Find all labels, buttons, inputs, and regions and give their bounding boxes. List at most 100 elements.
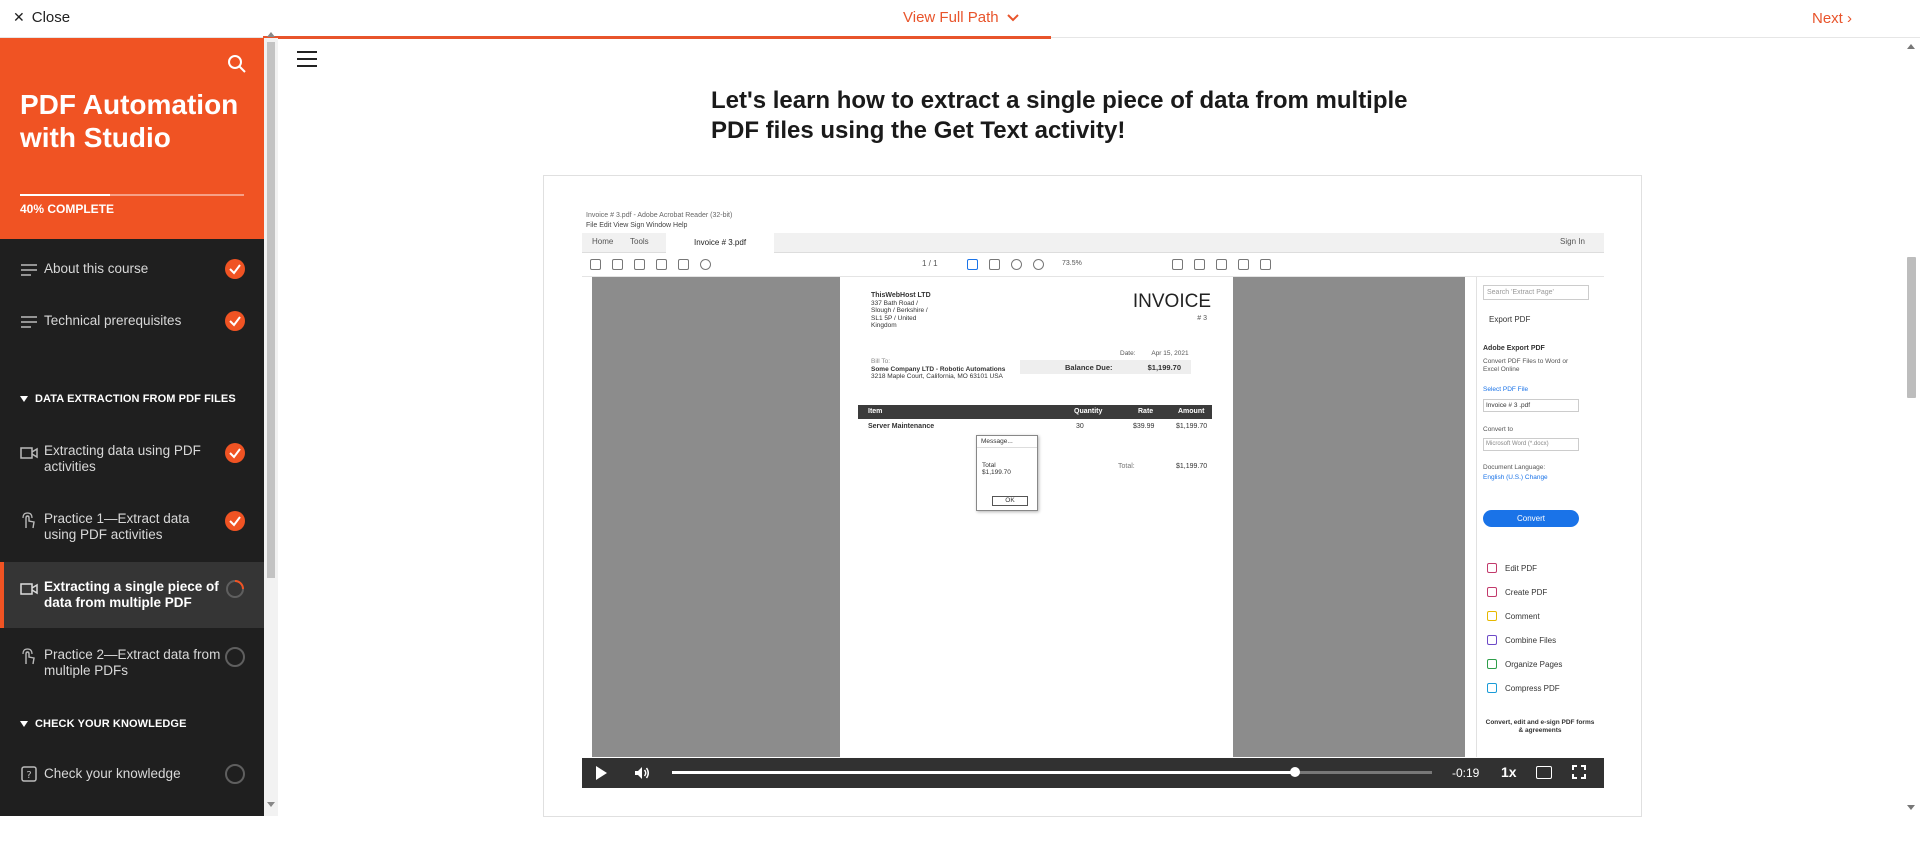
company-address: 337 Bath Road / Slough / Berkshire / SL1… xyxy=(871,299,928,330)
main-scrollbar-thumb[interactable] xyxy=(1907,257,1916,398)
tool-create-pdf: Create PDF xyxy=(1487,587,1547,597)
tool-label: Edit PDF xyxy=(1505,563,1538,573)
zoom-level: 73.5% xyxy=(1062,260,1082,267)
comment-icon xyxy=(1172,259,1183,270)
edit-pdf-icon xyxy=(1487,563,1497,573)
next-button[interactable]: Next › xyxy=(1812,10,1852,27)
course-progress-label: 40% COMPLETE xyxy=(20,202,115,216)
section-label: CHECK YOUR KNOWLEDGE xyxy=(35,718,187,730)
col-item: Item xyxy=(868,408,883,415)
sidebar-item-about[interactable]: About this course xyxy=(0,244,264,294)
col-amount: Amount xyxy=(1178,408,1205,415)
video-frame: Invoice # 3.pdf - Adobe Acrobat Reader (… xyxy=(543,175,1642,817)
close-icon: ✕ xyxy=(13,9,25,25)
path-progress-line xyxy=(263,36,1051,39)
acrobat-tab-tools: Tools xyxy=(630,237,649,246)
sidebar-header: PDF Automation with Studio 40% COMPLETE xyxy=(0,38,264,239)
close-button[interactable]: ✕ Close xyxy=(13,9,70,26)
upload-icon xyxy=(634,259,645,270)
acrobat-tab-home: Home xyxy=(592,237,614,246)
company-name: ThisWebHost LTD xyxy=(871,292,931,299)
playback-speed-button[interactable]: 1x xyxy=(1501,764,1517,780)
sidebar-item-label: Extracting data using PDF activities xyxy=(44,443,201,474)
tool-label: Combine Files xyxy=(1505,635,1557,645)
sidebar-item-practice-1[interactable]: Practice 1—Extract data using PDF activi… xyxy=(0,494,264,560)
acrobat-menu-bar: File Edit View Sign Window Help xyxy=(586,222,688,229)
date-label: Date: xyxy=(1120,350,1136,357)
video-icon xyxy=(20,583,38,595)
view-full-path-button[interactable]: View Full Path xyxy=(903,9,1019,26)
zoom-in-icon xyxy=(1033,259,1044,270)
section-header-data-extraction[interactable]: DATA EXTRACTION FROM PDF FILES xyxy=(20,393,236,405)
invoice-page: ThisWebHost LTD 337 Bath Road / Slough /… xyxy=(840,277,1233,757)
acrobat-tools-pane: Search 'Extract Page' Export PDF Adobe E… xyxy=(1476,277,1604,757)
checkmark-icon xyxy=(225,311,245,331)
row-rate: $39.99 xyxy=(1133,423,1155,430)
search-icon[interactable] xyxy=(227,54,247,74)
bill-to-name: Some Company LTD - Robotic Automations xyxy=(871,365,1006,373)
message-box-title: Message... xyxy=(977,436,1037,448)
video-icon xyxy=(20,447,38,459)
save-icon xyxy=(590,259,601,270)
message-box-dialog: Message... Total $1,199.70 OK xyxy=(976,435,1038,511)
acrobat-toolbar: 1 / 1 73.5% xyxy=(582,253,1604,277)
fullscreen-icon[interactable] xyxy=(1572,765,1586,779)
organize-pages-icon xyxy=(1487,659,1497,669)
sidebar-item-label: Technical prerequisites xyxy=(44,313,182,328)
pen-icon xyxy=(1194,259,1205,270)
caret-down-icon xyxy=(20,721,28,727)
captions-icon[interactable] xyxy=(1536,766,1552,779)
course-sidebar: PDF Automation with Studio 40% COMPLETE … xyxy=(0,38,264,816)
balance-value: $1,199.70 xyxy=(1147,363,1181,372)
video-scrub-handle[interactable] xyxy=(1290,767,1301,777)
scroll-up-icon[interactable] xyxy=(267,32,275,37)
sidebar-item-practice-2[interactable]: Practice 2—Extract data from multiple PD… xyxy=(0,630,264,696)
lesson-title: Let's learn how to extract a single piec… xyxy=(711,87,1408,144)
course-progress-fill xyxy=(20,194,110,196)
sidebar-scrollbar-thumb[interactable] xyxy=(267,42,275,578)
incomplete-circle-icon xyxy=(225,647,245,667)
video-player[interactable]: Invoice # 3.pdf - Adobe Acrobat Reader (… xyxy=(582,210,1604,788)
scroll-up-icon[interactable] xyxy=(1907,44,1915,49)
hand-pointer-icon xyxy=(22,512,35,529)
tools-search-input: Search 'Extract Page' xyxy=(1483,285,1589,300)
row-item: Server Maintenance xyxy=(868,423,935,430)
lines-icon xyxy=(21,264,37,276)
main-scrollbar[interactable] xyxy=(1903,38,1920,816)
page-indicator: 1 / 1 xyxy=(922,259,938,268)
sidebar-item-check-knowledge[interactable]: ? Check your knowledge xyxy=(0,750,264,800)
section-header-check-knowledge[interactable]: CHECK YOUR KNOWLEDGE xyxy=(20,718,187,730)
next-label: Next xyxy=(1811,10,1843,27)
course-title: PDF Automation with Studio xyxy=(20,89,239,153)
date-value: Apr 15, 2021 xyxy=(1151,350,1189,357)
hamburger-menu-icon[interactable] xyxy=(297,51,319,67)
comment-tool-icon xyxy=(1487,611,1497,621)
sidebar-item-single-piece[interactable]: Extracting a single piece of data from m… xyxy=(0,562,264,628)
hand-icon xyxy=(989,259,1000,270)
balance-due-box: Balance Due: $1,199.70 xyxy=(1020,360,1191,374)
balance-label: Balance Due: xyxy=(1065,363,1113,372)
scroll-down-icon[interactable] xyxy=(267,802,275,807)
tool-label: Comment xyxy=(1505,611,1540,621)
convert-to-label: Convert to xyxy=(1483,426,1513,433)
play-icon[interactable] xyxy=(596,766,607,780)
star-icon xyxy=(612,259,623,270)
video-scrub-bar[interactable] xyxy=(672,767,1432,777)
col-rate: Rate xyxy=(1138,408,1154,415)
sidebar-item-prereq[interactable]: Technical prerequisites xyxy=(0,296,264,346)
message-body-line-1: Total xyxy=(982,462,996,469)
invoice-date: Date: Apr 15, 2021 xyxy=(1120,350,1189,357)
caret-down-icon xyxy=(20,396,28,402)
scroll-down-icon[interactable] xyxy=(1907,805,1915,810)
compress-pdf-icon xyxy=(1487,683,1497,693)
sidebar-scrollbar[interactable] xyxy=(264,32,278,816)
checkmark-icon xyxy=(225,259,245,279)
hand-pointer-icon xyxy=(22,648,35,665)
total-label: Total: xyxy=(1118,463,1135,470)
sidebar-item-extracting-data[interactable]: Extracting data using PDF activities xyxy=(0,426,264,492)
volume-icon[interactable] xyxy=(634,766,650,780)
create-pdf-icon xyxy=(1487,587,1497,597)
invoice-table-header: Item Quantity Rate Amount xyxy=(858,405,1212,419)
view-full-path-label: View Full Path xyxy=(903,9,999,26)
message-box-body: Total $1,199.70 xyxy=(982,462,1011,476)
